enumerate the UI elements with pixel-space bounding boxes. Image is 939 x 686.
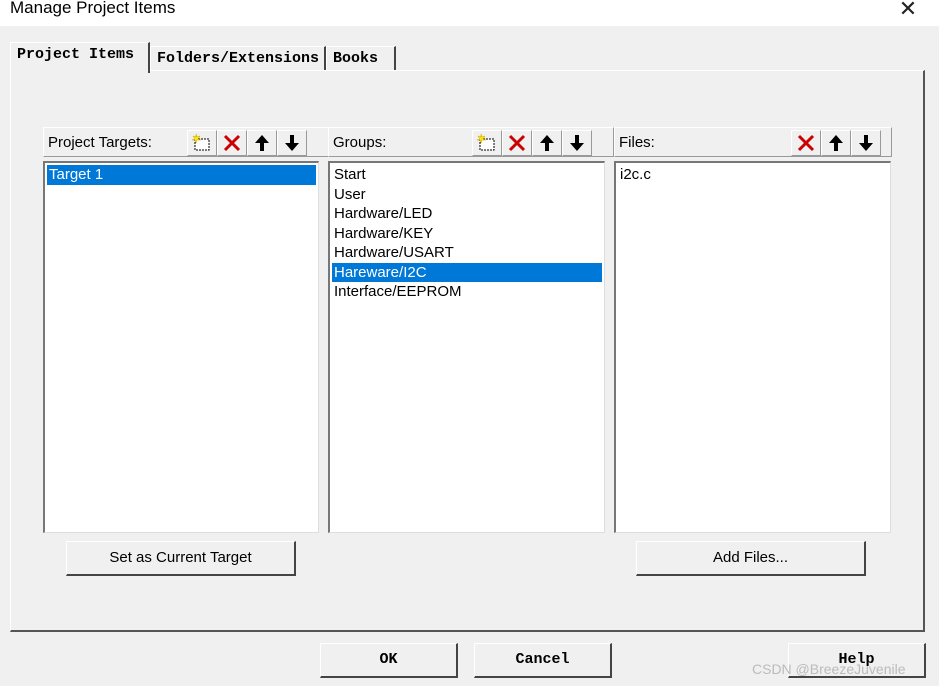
project-targets-label: Project Targets:: [48, 134, 152, 151]
targets-toolbar: [187, 130, 307, 156]
tab-project-items[interactable]: Project Items: [10, 42, 150, 73]
list-item[interactable]: Interface/EEPROM: [332, 282, 602, 302]
list-item[interactable]: Hardware/KEY: [332, 224, 602, 244]
set-as-current-target-button[interactable]: Set as Current Target: [66, 541, 296, 576]
move-down-icon: [570, 135, 584, 151]
files-list[interactable]: i2c.c: [614, 161, 891, 533]
delete-icon: [508, 134, 526, 152]
list-item[interactable]: Hardware/USART: [332, 243, 602, 263]
groups-label: Groups:: [333, 134, 387, 151]
groups-move-up-button[interactable]: [532, 130, 562, 156]
window-title: Manage Project Items: [10, 0, 176, 17]
list-item[interactable]: Target 1: [47, 165, 316, 185]
project-items-panel: Project Targets: Target 1 Groups: Start …: [10, 70, 925, 632]
move-up-icon: [255, 135, 269, 151]
list-item[interactable]: Hardware/LED: [332, 204, 602, 224]
new-item-icon: [192, 134, 210, 151]
title-bar: Manage Project Items ✕: [0, 0, 939, 26]
files-move-down-button[interactable]: [851, 130, 881, 156]
targets-move-down-button[interactable]: [277, 130, 307, 156]
targets-move-up-button[interactable]: [247, 130, 277, 156]
new-item-icon: [477, 134, 495, 151]
targets-delete-button[interactable]: [217, 130, 247, 156]
list-item[interactable]: Hareware/I2C: [332, 262, 602, 282]
targets-new-button[interactable]: [187, 130, 217, 156]
watermark: CSDN @BreezeJuvenile: [752, 661, 906, 677]
move-down-icon: [859, 135, 873, 151]
move-down-icon: [285, 135, 299, 151]
groups-delete-button[interactable]: [502, 130, 532, 156]
files-toolbar: [791, 130, 881, 156]
files-header: Files:: [614, 127, 892, 157]
move-up-icon: [540, 135, 554, 151]
files-move-up-button[interactable]: [821, 130, 851, 156]
tab-folders-extensions[interactable]: Folders/Extensions: [150, 46, 326, 70]
groups-toolbar: [472, 130, 592, 156]
list-item[interactable]: Start: [332, 165, 602, 185]
groups-move-down-button[interactable]: [562, 130, 592, 156]
cancel-button[interactable]: Cancel: [474, 643, 612, 678]
files-label: Files:: [619, 134, 655, 151]
add-files-button[interactable]: Add Files...: [636, 541, 866, 576]
close-icon[interactable]: ✕: [893, 0, 923, 22]
move-up-icon: [829, 135, 843, 151]
project-targets-list[interactable]: Target 1: [43, 161, 319, 533]
groups-list[interactable]: Start User Hardware/LED Hardware/KEY Har…: [328, 161, 605, 533]
delete-icon: [223, 134, 241, 152]
files-delete-button[interactable]: [791, 130, 821, 156]
groups-header: Groups:: [328, 127, 614, 157]
project-targets-header: Project Targets:: [43, 127, 329, 157]
list-item[interactable]: User: [332, 185, 602, 205]
ok-button[interactable]: OK: [320, 643, 458, 678]
list-item[interactable]: i2c.c: [618, 165, 888, 185]
tab-books[interactable]: Books: [326, 46, 396, 70]
groups-new-button[interactable]: [472, 130, 502, 156]
delete-icon: [797, 134, 815, 152]
